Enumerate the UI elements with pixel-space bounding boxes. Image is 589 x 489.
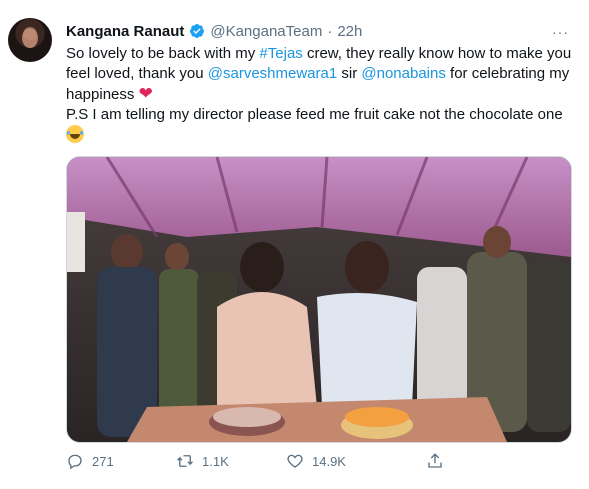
laughing-emoji-icon xyxy=(66,125,84,143)
tweet-actions: 271 1.1K 14.9K xyxy=(66,452,506,470)
reply-count: 271 xyxy=(92,453,114,469)
retweet-button[interactable]: 1.1K xyxy=(176,452,286,470)
tweet-timestamp[interactable]: 22h xyxy=(337,23,362,40)
tweet-photo[interactable] xyxy=(66,156,572,443)
reply-icon xyxy=(68,454,82,470)
avatar[interactable] xyxy=(8,18,52,62)
heart-emoji-icon: ❤ xyxy=(138,84,153,103)
share-button[interactable] xyxy=(426,452,444,470)
mention-link-1[interactable]: @sarveshmewara1 xyxy=(208,65,337,82)
tweet-text: So lovely to be back with my #Tejas crew… xyxy=(66,44,576,146)
ps-text: P.S I am telling my director please feed… xyxy=(66,106,563,123)
retweet-count: 1.1K xyxy=(202,453,229,469)
photo-icon xyxy=(67,157,571,442)
text-prefix: So lovely to be back with my xyxy=(66,45,260,62)
tweet-text-line1: So lovely to be back with my #Tejas crew… xyxy=(66,44,576,105)
like-heart-icon xyxy=(287,454,303,468)
separator-dot: · xyxy=(327,22,333,40)
hashtag-link[interactable]: #Tejas xyxy=(259,45,302,62)
tweet-card[interactable]: Kangana Ranaut @KanganaTeam · 22h ··· So… xyxy=(0,0,589,489)
share-icon xyxy=(428,453,442,468)
like-count: 14.9K xyxy=(312,453,346,469)
retweet-icon xyxy=(177,455,193,467)
reply-button[interactable]: 271 xyxy=(66,452,176,470)
author-handle[interactable]: @KanganaTeam xyxy=(210,23,322,40)
text-mid2: sir xyxy=(337,65,362,82)
verified-badge-icon xyxy=(190,24,205,38)
author-name[interactable]: Kangana Ranaut xyxy=(66,23,184,40)
tweet-text-line2: P.S I am telling my director please feed… xyxy=(66,105,576,125)
more-options-icon[interactable]: ··· xyxy=(552,24,569,40)
like-button[interactable]: 14.9K xyxy=(286,452,396,470)
tweet-header: Kangana Ranaut @KanganaTeam · 22h xyxy=(66,20,362,42)
mention-link-2[interactable]: @nonabains xyxy=(361,65,445,82)
